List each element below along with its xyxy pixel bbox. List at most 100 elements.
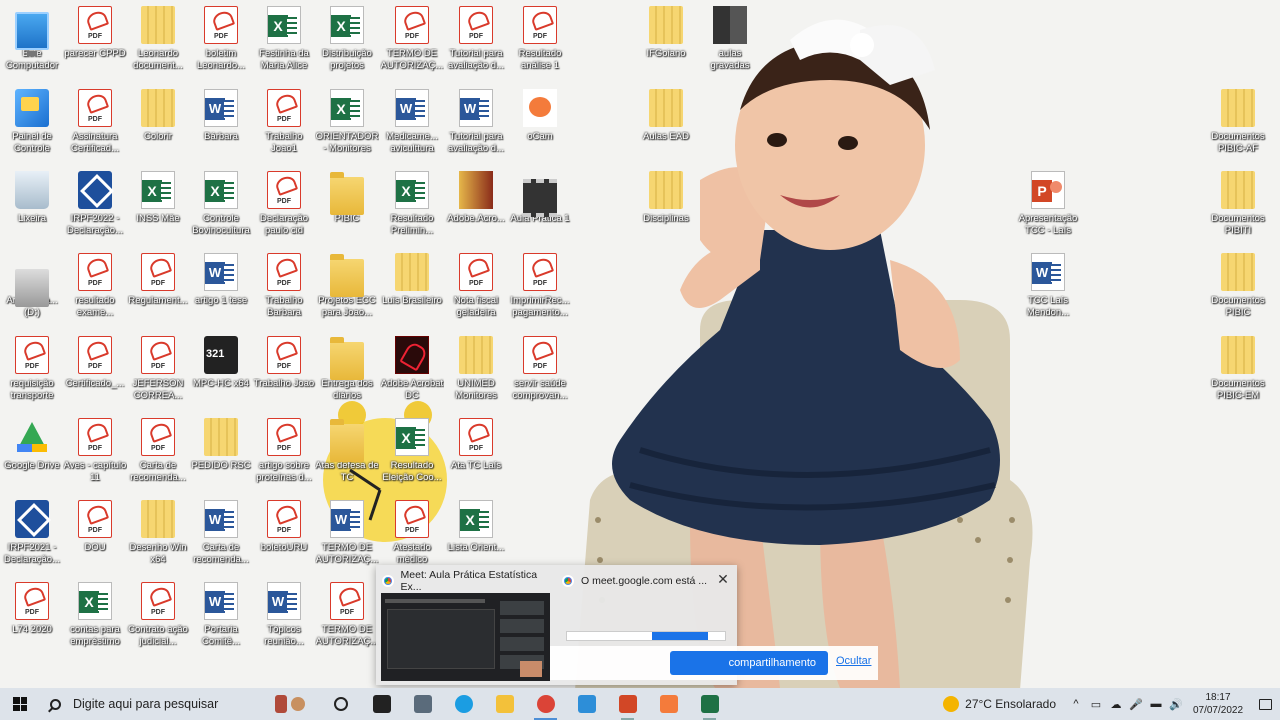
- desktop-icon[interactable]: Declaração paulo cid: [252, 169, 316, 247]
- desktop-icon[interactable]: INSS Mãe: [126, 169, 190, 247]
- desktop-icon[interactable]: IRPF2021 - Declaração...: [0, 498, 64, 576]
- tray-icon[interactable]: 🔊: [1166, 698, 1186, 711]
- taskbar-task-view-button[interactable]: [361, 688, 402, 720]
- desktop-icon[interactable]: Armazena... (D:): [0, 251, 64, 329]
- desktop-icon[interactable]: Documentos PIBIC: [1206, 251, 1270, 329]
- desktop-icon[interactable]: Entrega dos diários: [315, 334, 379, 412]
- desktop-icon[interactable]: IFGoiano: [634, 4, 698, 82]
- desktop-icon[interactable]: IRPF2022 - Declaração...: [63, 169, 127, 247]
- taskbar-calculator-button[interactable]: [402, 688, 443, 720]
- search-highlight-icon[interactable]: [260, 688, 320, 720]
- desktop-icon[interactable]: PIBIC: [315, 169, 379, 247]
- desktop-icon[interactable]: UNIMED Monitores: [444, 334, 508, 412]
- desktop-icon[interactable]: Bárbara: [189, 87, 253, 165]
- tray-icon[interactable]: ▭: [1086, 698, 1106, 711]
- desktop-icon[interactable]: Distribuição projetos: [315, 4, 379, 82]
- desktop-icon[interactable]: aulas gravadas: [698, 4, 762, 82]
- desktop-icon[interactable]: Adobe Acrobat DC: [380, 334, 444, 412]
- desktop-icon[interactable]: Carta de recomenda...: [126, 416, 190, 494]
- tray-icon[interactable]: 🎤: [1126, 698, 1146, 711]
- desktop-icon[interactable]: Google Drive: [0, 416, 64, 494]
- start-button[interactable]: [0, 688, 40, 720]
- desktop-icon[interactable]: Aves - capítulo 11: [63, 416, 127, 494]
- desktop-icon[interactable]: Assinatura Certificad...: [63, 87, 127, 165]
- notification-center-button[interactable]: [1250, 688, 1280, 720]
- taskbar-chrome-button[interactable]: [525, 688, 566, 720]
- desktop-icon[interactable]: Documentos PIBIC-AF: [1206, 87, 1270, 165]
- desktop-icon[interactable]: ORIENTADOR - Monitores: [315, 87, 379, 165]
- desktop-icon[interactable]: Adobe.Acro...: [444, 169, 508, 247]
- desktop-icon[interactable]: Ata TC Laís: [444, 416, 508, 494]
- desktop-icon[interactable]: Tutorial para avaliação d...: [444, 4, 508, 82]
- taskbar-powerpoint-button[interactable]: [607, 688, 648, 720]
- desktop-icon[interactable]: Aulas EAD: [634, 87, 698, 165]
- desktop-icon[interactable]: TCC Laís Mendon...: [1016, 251, 1080, 329]
- close-icon[interactable]: ✕: [715, 571, 731, 587]
- desktop-icon[interactable]: Regulament...: [126, 251, 190, 329]
- taskbar-search-box[interactable]: Digite aqui para pesquisar: [40, 688, 260, 720]
- thumbnail-1-title[interactable]: Meet: Aula Prática Estatística Ex...: [382, 569, 552, 593]
- desktop-icon[interactable]: artigo sobre proteínas d...: [252, 416, 316, 494]
- desktop-icon[interactable]: Este Computador: [0, 4, 64, 82]
- taskbar-file-explorer-button[interactable]: [484, 688, 525, 720]
- desktop-icon[interactable]: ImprimirRec... pagamento...: [508, 251, 572, 329]
- desktop-icon[interactable]: contas para empréstimo: [63, 580, 127, 658]
- desktop-icon[interactable]: Luis Brasileiro: [380, 251, 444, 329]
- desktop-icon[interactable]: TERMO DE AUTORIZAÇ...: [315, 580, 379, 658]
- taskbar-ocam-button[interactable]: [648, 688, 689, 720]
- desktop-icon[interactable]: Portaria Comitê...: [189, 580, 253, 658]
- desktop-icon[interactable]: Resultado Eleição Coo...: [380, 416, 444, 494]
- desktop-icon[interactable]: Trabalho Joao: [252, 334, 316, 412]
- desktop-icon[interactable]: TERMO DE AUTORIZAÇ...: [315, 498, 379, 576]
- clock[interactable]: 18:17 07/07/2022: [1186, 691, 1250, 717]
- desktop-icon[interactable]: DOU: [63, 498, 127, 576]
- desktop-icon[interactable]: Controle Bovinocultura: [189, 169, 253, 247]
- desktop-icon[interactable]: Disciplinas: [634, 169, 698, 247]
- desktop-icon[interactable]: Lixeira: [0, 169, 64, 247]
- desktop-icon[interactable]: TERMO DE AUTORIZAÇ...: [380, 4, 444, 82]
- desktop-icon[interactable]: Trabalho Barbara: [252, 251, 316, 329]
- taskbar-excel-button[interactable]: [689, 688, 730, 720]
- thumbnail-2-title[interactable]: O meet.google.com está ...: [562, 573, 712, 589]
- desktop-icon[interactable]: Colorir: [126, 87, 190, 165]
- desktop-icon[interactable]: Medicame... aviculttura: [380, 87, 444, 165]
- desktop-icon[interactable]: Apresentação TCC - Laís: [1016, 169, 1080, 247]
- desktop-icon[interactable]: Painel de Controle: [0, 87, 64, 165]
- desktop-icon[interactable]: Carta de recomenda...: [189, 498, 253, 576]
- tray-icon[interactable]: ▬: [1146, 698, 1166, 711]
- desktop-icon[interactable]: Documentos PIBITI: [1206, 169, 1270, 247]
- desktop-icon[interactable]: Resultado Prelimin...: [380, 169, 444, 247]
- taskbar-vscode-button[interactable]: [566, 688, 607, 720]
- tray-icon[interactable]: ☁: [1106, 698, 1126, 711]
- desktop-icon[interactable]: servir saúde comprovan...: [508, 334, 572, 412]
- desktop-icon[interactable]: boletim Leonardo...: [189, 4, 253, 82]
- desktop-icon[interactable]: oCam: [508, 87, 572, 165]
- desktop-icon[interactable]: boletoURU: [252, 498, 316, 576]
- thumbnail-1-preview[interactable]: [381, 593, 550, 681]
- taskbar-cortana-button[interactable]: [320, 688, 361, 720]
- desktop-icon[interactable]: Atas defesa de TC: [315, 416, 379, 494]
- desktop-icon[interactable]: Trabalho Joao1: [252, 87, 316, 165]
- taskbar-edge-button[interactable]: [443, 688, 484, 720]
- desktop-icon[interactable]: Festinha da Maria Alice: [252, 4, 316, 82]
- desktop-icon[interactable]: Desenho Win x64: [126, 498, 190, 576]
- desktop-icon[interactable]: Resultado análise 1: [508, 4, 572, 82]
- weather-widget[interactable]: 27°C Ensolarado: [933, 696, 1066, 712]
- desktop-icon[interactable]: artigo 1 tese: [189, 251, 253, 329]
- desktop-icon[interactable]: Aula Prática 1: [508, 169, 572, 247]
- desktop-icon[interactable]: Contrato ação judicial...: [126, 580, 190, 658]
- stop-sharing-button[interactable]: compartilhamento: [670, 651, 828, 675]
- desktop-icon[interactable]: Certificado_...: [63, 334, 127, 412]
- desktop-icon[interactable]: L74 2020: [0, 580, 64, 658]
- desktop-icon[interactable]: PEDIDO RSC: [189, 416, 253, 494]
- desktop-icon[interactable]: Documentos PIBIC-EM: [1206, 334, 1270, 412]
- desktop-icon[interactable]: Projetos ECC para Joao...: [315, 251, 379, 329]
- desktop-icon[interactable]: Nota fiscal geladeira: [444, 251, 508, 329]
- desktop-icon[interactable]: requisição transporte: [0, 334, 64, 412]
- desktop-icon[interactable]: Leonardo document...: [126, 4, 190, 82]
- desktop-icon[interactable]: Tutorial para avaliação d...: [444, 87, 508, 165]
- desktop-icon[interactable]: resultado exame...: [63, 251, 127, 329]
- hide-banner-link[interactable]: Ocultar: [836, 655, 871, 667]
- desktop-icon[interactable]: Tópicos reunião...: [252, 580, 316, 658]
- desktop-icon[interactable]: JEFERSON CORREA...: [126, 334, 190, 412]
